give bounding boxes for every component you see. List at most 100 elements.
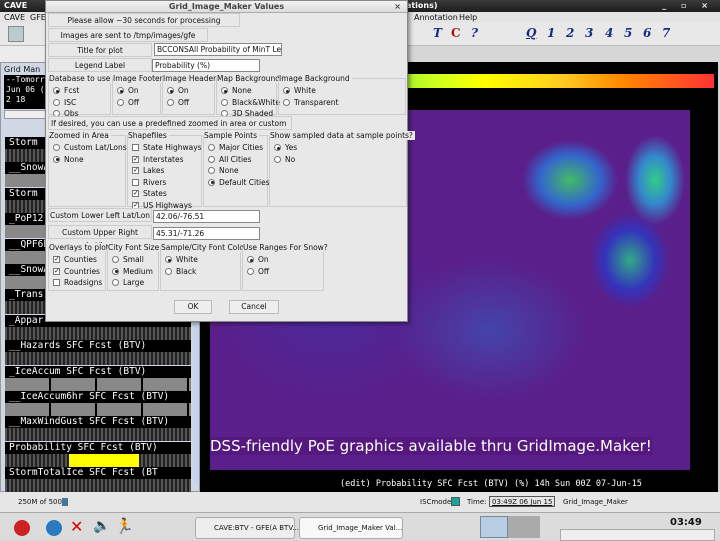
checkbox[interactable] <box>132 154 139 165</box>
grid-row-timeline[interactable] <box>5 326 191 340</box>
radio-button[interactable] <box>221 87 228 94</box>
radio-option[interactable]: Off <box>167 97 189 108</box>
checkbox[interactable] <box>53 266 60 277</box>
radio-button[interactable] <box>165 267 172 275</box>
radio-option[interactable]: ISC <box>53 97 76 108</box>
grid-row[interactable]: Probability SFC Fcst (BTV) <box>5 441 191 467</box>
plot-title-input[interactable]: BCCONSAll Probability of MinT Less T <box>154 43 282 56</box>
radio-button[interactable] <box>247 267 254 275</box>
workspace-1[interactable] <box>480 516 508 538</box>
radio-option[interactable]: On <box>117 85 139 96</box>
checkbox[interactable] <box>132 144 139 151</box>
radio-button[interactable] <box>221 98 228 106</box>
checkbox[interactable] <box>132 188 139 199</box>
radio-option[interactable]: Yes <box>274 142 297 153</box>
radio-option[interactable]: No <box>274 154 295 165</box>
grid-row-timeline[interactable] <box>5 479 191 493</box>
radio-option[interactable]: White <box>165 254 198 265</box>
radio-option[interactable]: On <box>247 254 269 265</box>
radio-button[interactable] <box>112 279 119 286</box>
radio-button[interactable] <box>167 98 174 106</box>
task-cave[interactable]: CAVE:BTV - GFE(A BTV... <box>195 517 299 539</box>
tool-2-button[interactable]: 2 <box>566 26 574 40</box>
checkbox[interactable] <box>53 254 60 265</box>
radio-option[interactable]: Medium <box>112 266 153 277</box>
system-tray[interactable] <box>560 529 715 541</box>
tool-7-button[interactable]: 7 <box>662 26 670 40</box>
radio-button[interactable] <box>208 178 215 186</box>
radio-option[interactable]: Default Cities <box>208 177 270 188</box>
radio-button[interactable] <box>53 144 60 151</box>
query-tool-button[interactable]: Q <box>526 26 536 40</box>
tool-6-button[interactable]: 6 <box>643 26 651 40</box>
ok-button[interactable]: OK <box>174 300 212 314</box>
text-tool-button[interactable]: T <box>433 26 442 40</box>
radio-button[interactable] <box>167 87 174 94</box>
tool-4-button[interactable]: 4 <box>605 26 613 40</box>
checkbox-option[interactable]: Countries <box>53 266 100 277</box>
grid-row-timeline[interactable] <box>5 377 191 391</box>
radio-button[interactable] <box>117 87 124 94</box>
trash-icon[interactable] <box>62 498 68 506</box>
checkbox-option[interactable]: Counties <box>53 254 97 265</box>
menu-gfe[interactable]: GFE <box>30 12 46 23</box>
radio-option[interactable]: None <box>221 85 252 96</box>
checkbox-option[interactable]: Interstates <box>132 154 184 165</box>
menu-cave[interactable]: CAVE <box>4 12 25 23</box>
radio-option[interactable]: Transparent <box>283 97 338 108</box>
checkbox-option[interactable]: Rivers <box>132 177 166 188</box>
iscmode-indicator-icon[interactable] <box>451 497 460 506</box>
checkbox-option[interactable]: State Highways <box>132 142 202 153</box>
radio-option[interactable]: Off <box>117 97 139 108</box>
grid-row[interactable]: __Hazards SFC Fcst (BTV) <box>5 340 191 366</box>
radio-button[interactable] <box>274 144 281 151</box>
radio-option[interactable]: Fcst <box>53 85 79 96</box>
radio-button[interactable] <box>117 98 124 106</box>
radio-button[interactable] <box>112 256 119 263</box>
grid-row[interactable]: StormTotalIce SFC Fcst (BT <box>5 467 191 493</box>
radio-option[interactable]: Off <box>247 266 269 277</box>
menu-annotation[interactable]: Annotation <box>414 12 458 23</box>
window-controls[interactable]: _ ▫ × <box>662 0 714 12</box>
run-icon[interactable]: 🏃 <box>115 517 134 535</box>
zoom-extent-icon[interactable] <box>8 26 24 42</box>
grid-row[interactable]: __IceAccum6hr SFC Fcst (BTV) <box>5 391 191 416</box>
redhat-icon[interactable] <box>14 520 30 536</box>
cancel-button[interactable]: Cancel <box>229 300 279 314</box>
workspace-2[interactable] <box>508 516 540 538</box>
dialog-close-icon[interactable]: × <box>394 1 401 13</box>
radio-button[interactable] <box>208 155 215 163</box>
grid-row[interactable]: _IceAccum SFC Fcst (BTV) <box>5 365 191 391</box>
tool-5-button[interactable]: 5 <box>624 26 632 40</box>
menu-help[interactable]: Help <box>459 12 477 23</box>
checkbox[interactable] <box>132 165 139 176</box>
radio-button[interactable] <box>53 87 60 94</box>
radio-button[interactable] <box>165 256 172 263</box>
radio-option[interactable]: Custom Lat/Lons <box>53 142 127 153</box>
radio-option[interactable]: None <box>208 165 239 176</box>
radio-option[interactable]: Major Cities <box>208 142 263 153</box>
radio-button[interactable] <box>274 155 281 163</box>
radio-option[interactable]: White <box>283 85 316 96</box>
radio-button[interactable] <box>247 256 254 263</box>
grid-row-timeline[interactable] <box>5 403 191 416</box>
checkbox[interactable] <box>132 178 139 186</box>
upper-right-input[interactable]: 45.31/-71.26 <box>153 227 260 240</box>
lower-left-input[interactable]: 42.06/-76.51 <box>153 210 260 223</box>
grid-row[interactable]: __MaxWindGust SFC Fcst (BTV) <box>5 416 191 442</box>
help-tool-button[interactable]: ? <box>471 26 478 40</box>
tool-3-button[interactable]: 3 <box>585 26 593 40</box>
radio-option[interactable]: Black <box>165 266 196 277</box>
speaker-icon[interactable]: 🔈 <box>93 518 110 534</box>
radio-button[interactable] <box>112 267 119 275</box>
radio-button[interactable] <box>283 87 290 94</box>
radio-option[interactable]: None <box>53 154 84 165</box>
radio-button[interactable] <box>208 144 215 151</box>
legend-label-input[interactable]: Probability (%) <box>152 59 260 72</box>
radio-button[interactable] <box>208 167 215 174</box>
contour-tool-button[interactable]: C <box>451 26 461 40</box>
radio-button[interactable] <box>53 98 60 106</box>
checkbox[interactable] <box>53 279 60 286</box>
checkbox-option[interactable]: States <box>132 188 167 199</box>
radio-option[interactable]: Small <box>112 254 144 265</box>
